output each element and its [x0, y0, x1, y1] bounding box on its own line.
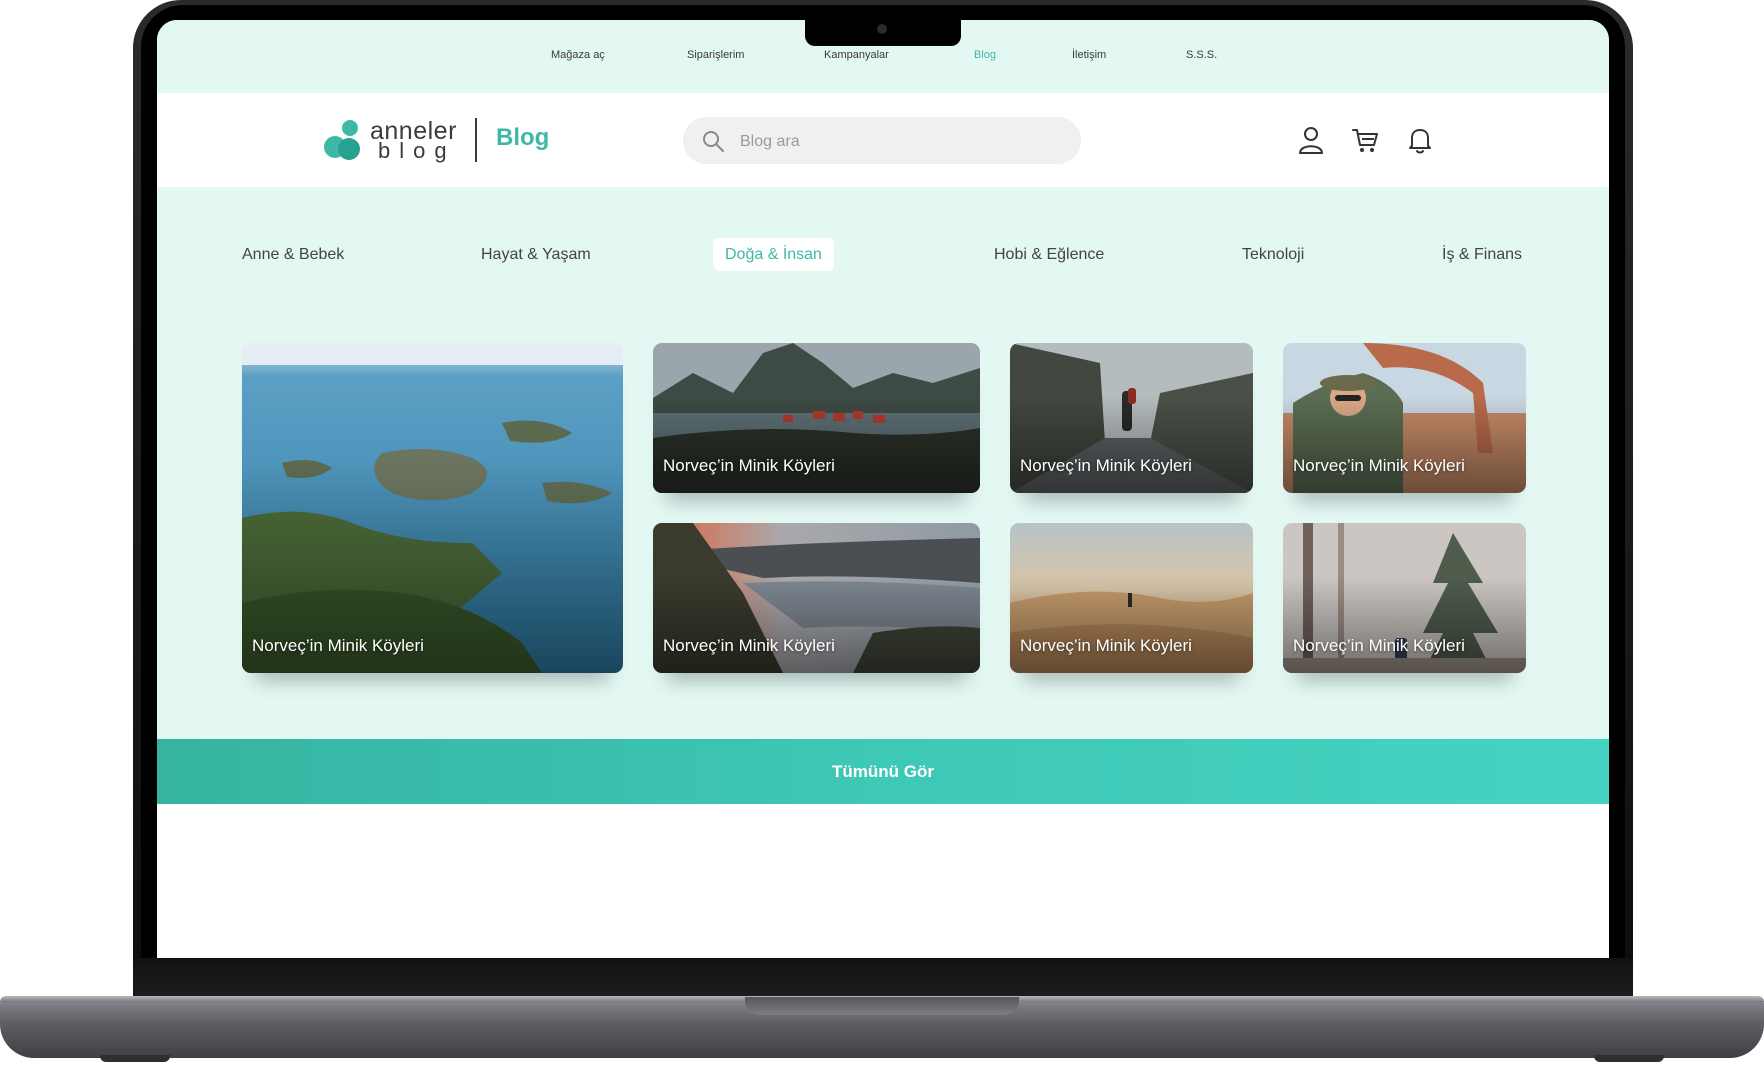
category-tab-business-finance[interactable]: İş & Finans — [1430, 238, 1534, 271]
category-tab-technology[interactable]: Teknoloji — [1230, 238, 1316, 271]
blog-main-section: Anne & Bebek Hayat & Yaşam Doğa & İnsan … — [157, 187, 1609, 739]
search-icon — [703, 131, 724, 152]
blog-card-title: Norveç’in Minik Köyleri — [663, 456, 835, 475]
search-box — [683, 117, 1081, 164]
laptop-foot — [100, 1055, 170, 1062]
top-link-my-orders[interactable]: Siparişlerim — [687, 49, 744, 61]
blog-card-title: Norveç’in Minik Köyleri — [1293, 456, 1465, 475]
top-link-blog[interactable]: Blog — [974, 49, 996, 61]
laptop-opening-notch — [745, 997, 1019, 1015]
blog-card[interactable]: Norveç’in Minik Köyleri — [1283, 343, 1526, 493]
blog-card-title: Norveç’in Minik Köyleri — [1020, 456, 1192, 475]
category-tab-life-living[interactable]: Hayat & Yaşam — [469, 238, 603, 271]
bell-icon[interactable] — [1405, 125, 1435, 155]
category-tab-hobby-fun[interactable]: Hobi & Eğlence — [982, 238, 1116, 271]
see-all-button[interactable]: Tümünü Gör — [157, 739, 1609, 804]
blog-card[interactable]: Norveç’in Minik Köyleri — [1010, 523, 1253, 673]
logo-mark-icon[interactable] — [324, 119, 366, 161]
blog-card[interactable]: Norveç’in Minik Köyleri — [653, 343, 980, 493]
section-title: Blog — [496, 124, 550, 151]
top-link-faq[interactable]: S.S.S. — [1186, 49, 1217, 61]
user-icon[interactable] — [1296, 125, 1326, 155]
blog-card[interactable]: Norveç’in Minik Köyleri — [242, 343, 623, 673]
blog-card[interactable]: Norveç’in Minik Köyleri — [1010, 343, 1253, 493]
blog-card-title: Norveç’in Minik Köyleri — [663, 636, 835, 655]
logo-wordmark-bottom: blog — [378, 138, 456, 163]
category-tab-mother-baby[interactable]: Anne & Bebek — [230, 238, 356, 271]
blog-card-title: Norveç’in Minik Köyleri — [252, 636, 424, 655]
laptop-foot — [1594, 1055, 1664, 1062]
top-link-contact[interactable]: İletişim — [1072, 49, 1106, 61]
top-link-open-store[interactable]: Mağaza aç — [551, 49, 605, 61]
camera-icon — [877, 24, 887, 34]
cart-icon[interactable] — [1350, 125, 1380, 155]
category-tab-nature-people[interactable]: Doğa & İnsan — [713, 238, 834, 271]
browser-screen: Mağaza aç Siparişlerim Kampanyalar Blog … — [157, 20, 1609, 958]
blog-card-title: Norveç’in Minik Köyleri — [1293, 636, 1465, 655]
blog-card-title: Norveç’in Minik Köyleri — [1020, 636, 1192, 655]
blog-card[interactable]: Norveç’in Minik Köyleri — [1283, 523, 1526, 673]
site-header: anneler blog Blog — [157, 93, 1609, 187]
search-input[interactable] — [738, 129, 1062, 155]
blog-card[interactable]: Norveç’in Minik Köyleri — [653, 523, 980, 673]
top-link-campaigns[interactable]: Kampanyalar — [824, 49, 889, 61]
logo-divider — [475, 118, 477, 162]
camera-notch — [805, 18, 961, 46]
laptop-screen-chin — [133, 958, 1633, 1000]
